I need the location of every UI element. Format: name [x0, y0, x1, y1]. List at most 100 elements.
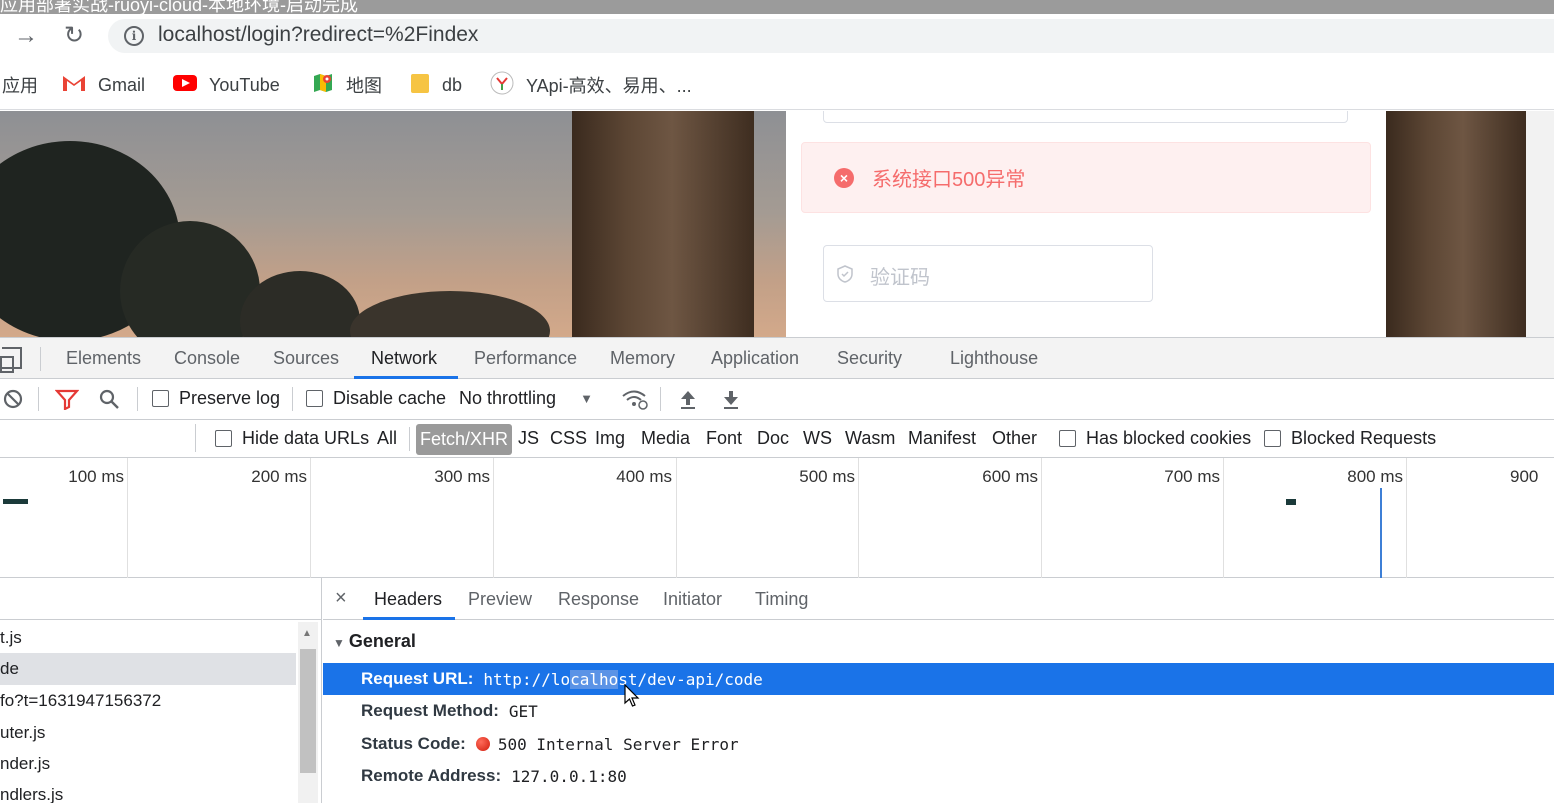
tab-console[interactable]: Console	[174, 348, 240, 369]
reload-icon[interactable]: ↻	[60, 22, 88, 50]
export-har-icon[interactable]	[721, 388, 741, 410]
header-value[interactable]: 500 Internal Server Error	[498, 735, 739, 754]
filter-type-js[interactable]: JS	[518, 428, 539, 449]
checkbox-box[interactable]	[1059, 430, 1076, 447]
url-text[interactable]: localhost/login?redirect=%2Findex	[158, 23, 478, 47]
tab-performance[interactable]: Performance	[474, 348, 577, 369]
filter-type-css[interactable]: CSS	[550, 428, 587, 449]
bookmark-label: Gmail	[98, 74, 146, 95]
header-key: Request Method:	[361, 701, 499, 720]
filter-type-media[interactable]: Media	[641, 428, 690, 449]
request-list: t.js de fo?t=1631947156372 uter.js nder.…	[0, 578, 322, 803]
status-error-dot-icon	[475, 737, 490, 751]
tab-sources[interactable]: Sources	[273, 348, 339, 369]
browser-toolbar: → ↻ i localhost/login?redirect=%2Findex	[0, 14, 1554, 60]
general-section-toggle[interactable]: ▼ General	[333, 631, 416, 652]
hide-data-urls-checkbox[interactable]: Hide data URLs	[215, 428, 369, 449]
bookmark-label: YApi-高效、易用、...	[526, 76, 692, 96]
bookmark-label: 应用	[2, 76, 38, 96]
window-title: 应用部署实战-ruoyi-cloud-本地环境-启动完成	[0, 0, 359, 14]
site-info-icon[interactable]: i	[124, 26, 144, 46]
blocked-requests-label: Blocked Requests	[1291, 428, 1437, 448]
request-row[interactable]: fo?t=1631947156372	[0, 685, 296, 717]
blocked-requests-checkbox[interactable]: Blocked Requests	[1264, 428, 1436, 449]
filter-type-doc[interactable]: Doc	[757, 428, 789, 449]
network-conditions-icon[interactable]	[621, 388, 649, 410]
tab-initiator[interactable]: Initiator	[663, 589, 722, 610]
request-row[interactable]: nder.js	[0, 748, 296, 780]
filter-type-font[interactable]: Font	[706, 428, 742, 449]
tab-security[interactable]: Security	[837, 348, 902, 369]
yapi-icon	[490, 71, 514, 100]
text-selection: calho	[570, 669, 619, 689]
bookmark-maps[interactable]: 地图	[312, 72, 382, 98]
bookmark-yapi[interactable]: YApi-高效、易用、...	[490, 71, 692, 100]
request-row[interactable]: t.js	[0, 622, 296, 654]
disable-cache-checkbox[interactable]: Disable cache	[306, 388, 446, 409]
throttling-select[interactable]: No throttling ▼	[459, 388, 593, 409]
tab-timing[interactable]: Timing	[755, 589, 808, 610]
filter-funnel-icon[interactable]	[55, 388, 79, 410]
header-value[interactable]: 127.0.0.1:80	[511, 767, 627, 786]
header-value[interactable]: GET	[509, 702, 538, 721]
header-key: Remote Address:	[361, 766, 502, 785]
captcha-input[interactable]: 验证码	[823, 245, 1153, 302]
tab-lighthouse[interactable]: Lighthouse	[950, 348, 1038, 369]
bookmark-label: db	[442, 74, 463, 95]
tab-memory[interactable]: Memory	[610, 348, 675, 369]
checkbox-box[interactable]	[152, 390, 169, 407]
checkbox-box[interactable]	[215, 430, 232, 447]
filter-input[interactable]	[0, 424, 196, 452]
filter-type-fetch-xhr[interactable]: Fetch/XHR	[416, 424, 513, 455]
scroll-thumb[interactable]	[300, 649, 316, 773]
request-bar	[3, 499, 28, 504]
device-toolbar-icon[interactable]	[0, 347, 22, 373]
bookmark-gmail[interactable]: Gmail	[62, 72, 145, 98]
checkbox-box[interactable]	[1264, 430, 1281, 447]
tab-response[interactable]: Response	[558, 589, 639, 610]
filter-type-img[interactable]: Img	[595, 428, 625, 449]
alert-message: 系统接口500异常	[872, 169, 1026, 191]
shield-check-icon	[836, 265, 854, 288]
search-icon[interactable]	[98, 388, 120, 410]
has-blocked-cookies-checkbox[interactable]: Has blocked cookies	[1059, 428, 1251, 449]
error-alert: × 系统接口500异常	[801, 142, 1371, 213]
tab-network[interactable]: Network	[371, 348, 437, 369]
request-list-scrollbar[interactable]: ▲	[298, 622, 318, 803]
address-bar[interactable]: i localhost/login?redirect=%2Findex	[108, 19, 1554, 53]
has-blocked-cookies-label: Has blocked cookies	[1086, 428, 1252, 448]
tab-preview[interactable]: Preview	[468, 589, 532, 610]
filter-type-other[interactable]: Other	[992, 428, 1037, 449]
request-row-selected[interactable]: de	[0, 653, 296, 685]
timeline-tick-label: 500 ms	[799, 467, 855, 486]
tab-application[interactable]: Application	[711, 348, 799, 369]
tab-elements[interactable]: Elements	[66, 348, 141, 369]
filter-type-all[interactable]: All	[377, 428, 397, 449]
request-row[interactable]: uter.js	[0, 717, 296, 749]
bookmark-label: 地图	[346, 76, 382, 96]
header-row-request-url[interactable]: Request URL: http://localhost/dev-api/co…	[323, 663, 1554, 695]
forward-arrow-icon[interactable]: →	[12, 22, 40, 50]
import-har-icon[interactable]	[678, 388, 698, 410]
filter-type-manifest[interactable]: Manifest	[908, 428, 976, 449]
header-row-request-method[interactable]: Request Method: GET	[323, 695, 1554, 727]
close-icon[interactable]: ×	[335, 587, 347, 610]
filter-type-wasm[interactable]: Wasm	[845, 428, 895, 449]
clear-icon[interactable]	[2, 388, 24, 410]
timeline-tick-label: 700 ms	[1164, 467, 1220, 486]
header-row-remote-address[interactable]: Remote Address: 127.0.0.1:80	[323, 760, 1554, 792]
filter-type-ws[interactable]: WS	[803, 428, 832, 449]
captcha-placeholder: 验证码	[870, 267, 930, 289]
bookmark-youtube[interactable]: YouTube	[173, 72, 280, 98]
header-row-status-code[interactable]: Status Code: 500 Internal Server Error	[323, 728, 1554, 760]
preserve-log-checkbox[interactable]: Preserve log	[152, 388, 280, 409]
tab-headers[interactable]: Headers	[374, 589, 442, 610]
disable-cache-label: Disable cache	[333, 388, 447, 408]
scroll-up-arrow-icon[interactable]: ▲	[302, 628, 312, 639]
checkbox-box[interactable]	[306, 390, 323, 407]
bookmark-db[interactable]: db	[410, 72, 462, 98]
request-row[interactable]: ndlers.js	[0, 779, 296, 803]
network-overview-timeline[interactable]: 100 ms 200 ms 300 ms 400 ms 500 ms 600 m…	[0, 458, 1554, 578]
password-field[interactable]	[823, 111, 1348, 123]
bookmark-apps[interactable]: 应用	[2, 72, 38, 98]
